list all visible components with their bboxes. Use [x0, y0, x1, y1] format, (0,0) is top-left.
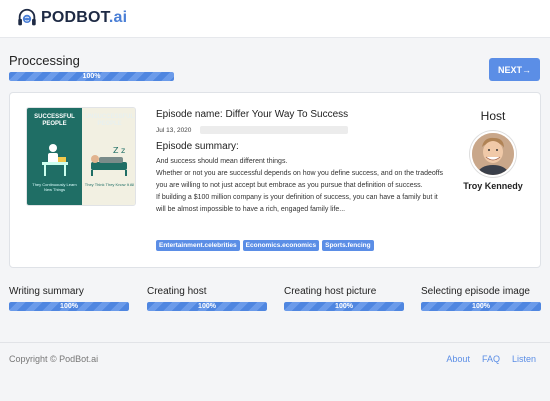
top-header: PODBOT.ai	[0, 0, 550, 38]
summary-line: And success should mean different things…	[156, 158, 288, 165]
summary-line: Whether or not you are successful depend…	[156, 170, 444, 189]
thumbnail-right-caption: They Think They Know It All	[84, 182, 135, 187]
progress-label: 100%	[198, 303, 216, 310]
episode-card: SUCCESSFUL PEOPLE UNSUCCESSFUL PEOPLE Z …	[9, 92, 541, 268]
progress-label: 100%	[472, 303, 490, 310]
processing-title: Proccessing	[9, 53, 80, 68]
next-button[interactable]: NEXT→	[489, 58, 540, 81]
tag-entertainment[interactable]: Entertainment.celebrities	[156, 240, 240, 251]
stage-creating-host: Creating host 100%	[147, 286, 267, 311]
thumbnail-left-caption: They Continuously Learn New Things	[32, 182, 77, 192]
progress-label: 100%	[335, 303, 353, 310]
stage-title: Creating host	[147, 286, 207, 297]
summary-line: If building a $100 million company is yo…	[156, 194, 438, 213]
footer-link-about[interactable]: About	[446, 354, 470, 364]
copyright-text: Copyright © PodBot.ai	[9, 354, 99, 364]
brand-name: PODBOT.ai	[41, 9, 128, 26]
svg-text:Z z: Z z	[113, 146, 125, 155]
stage-progress-bar: 100%	[421, 302, 541, 311]
episode-name: Episode name: Differ Your Way To Success	[156, 109, 349, 120]
stage-title: Creating host picture	[284, 286, 377, 297]
stage-title: Writing summary	[9, 286, 84, 297]
host-name: Troy Kennedy	[463, 181, 523, 191]
footer-divider	[0, 342, 550, 343]
footer-links: About FAQ Listen	[446, 354, 536, 364]
sleeping-person-icon: Z z	[91, 146, 127, 176]
stage-title: Selecting episode image	[421, 286, 530, 297]
episode-thumbnail[interactable]: SUCCESSFUL PEOPLE UNSUCCESSFUL PEOPLE Z …	[26, 107, 136, 206]
redacted-text	[200, 126, 348, 134]
progress-label: 100%	[82, 73, 101, 80]
brand-logo[interactable]: PODBOT.ai	[16, 7, 127, 29]
host-avatar[interactable]	[470, 131, 516, 177]
stage-writing-summary: Writing summary 100%	[9, 286, 129, 311]
progress-label: 100%	[60, 303, 78, 310]
stage-selecting-episode-image: Selecting episode image 100%	[421, 286, 541, 311]
footer-link-faq[interactable]: FAQ	[482, 354, 500, 364]
episode-summary-text: And success should mean different things…	[156, 156, 446, 216]
host-portrait-icon	[472, 133, 514, 175]
footer-link-listen[interactable]: Listen	[512, 354, 536, 364]
stage-creating-host-picture: Creating host picture 100%	[284, 286, 404, 311]
episode-tags: Entertainment.celebrities Economics.econ…	[156, 240, 374, 251]
studying-person-icon	[42, 144, 68, 176]
thumbnail-right-title: UNSUCCESSFUL PEOPLE	[84, 114, 135, 127]
processing-progress-bar: 100%	[9, 72, 174, 81]
episode-summary-title: Episode summary:	[156, 141, 239, 152]
stage-progress-bar: 100%	[284, 302, 404, 311]
tag-economics[interactable]: Economics.economics	[242, 240, 320, 251]
tag-sports[interactable]: Sports.fencing	[322, 240, 374, 251]
stage-progress-bar: 100%	[147, 302, 267, 311]
thumbnail-left-title: SUCCESSFUL PEOPLE	[34, 114, 75, 127]
headphones-brain-icon	[18, 8, 36, 26]
episode-date: Jul 13, 2020	[156, 127, 192, 134]
host-title: Host	[480, 109, 506, 123]
stage-progress-bar: 100%	[9, 302, 129, 311]
